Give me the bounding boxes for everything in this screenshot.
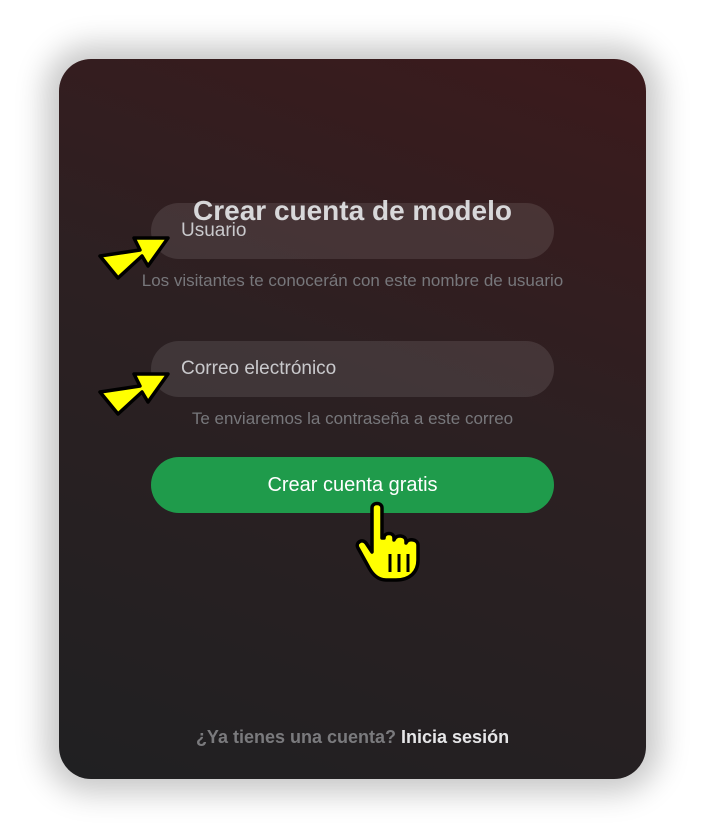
- signup-card: Crear cuenta de modelo Los visitantes te…: [59, 59, 646, 779]
- login-prompt: ¿Ya tienes una cuenta? Inicia sesión: [59, 725, 646, 749]
- stage: Crear cuenta de modelo Los visitantes te…: [0, 0, 705, 838]
- username-hint: Los visitantes te conocerán con este nom…: [141, 271, 564, 290]
- create-account-button[interactable]: Crear cuenta gratis: [151, 457, 554, 513]
- login-link[interactable]: Inicia sesión: [401, 727, 509, 747]
- email-hint: Te enviaremos la contraseña a este corre…: [191, 409, 514, 428]
- username-input[interactable]: [151, 203, 554, 259]
- email-input[interactable]: [151, 341, 554, 397]
- login-question: ¿Ya tienes una cuenta?: [195, 727, 396, 747]
